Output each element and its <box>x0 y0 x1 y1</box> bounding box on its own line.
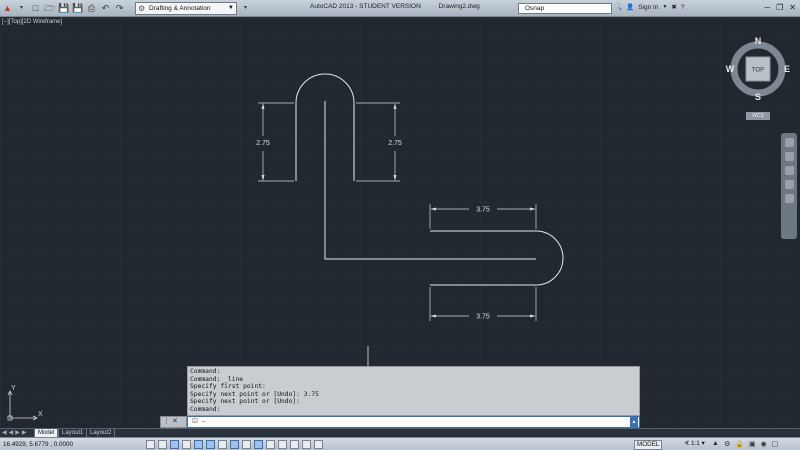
ucs-x-label: X <box>38 411 43 418</box>
steeringwheel-icon[interactable] <box>784 138 794 147</box>
gear-icon: ⚙ <box>138 4 146 13</box>
save-as-icon[interactable]: 💾 <box>72 3 83 14</box>
dimension-text-upper: 3.75 <box>476 207 490 214</box>
chevron-down-icon[interactable]: ▼ <box>662 4 667 10</box>
allow-dynamic-ucs-icon[interactable] <box>242 440 251 449</box>
command-line: Command: <box>190 368 221 375</box>
annotation-monitor-icon[interactable] <box>314 440 323 449</box>
navigation-bar <box>781 133 797 239</box>
file-name: Drawing2.dwg <box>438 3 480 10</box>
application-menu-icon[interactable]: ▲ <box>2 3 13 14</box>
chevron-up-icon[interactable]: ▲ <box>630 417 638 427</box>
dropdown-arrow-icon[interactable]: ▾ <box>16 3 27 14</box>
dynamic-input-icon[interactable] <box>254 440 263 449</box>
polar-tracking-icon[interactable] <box>194 440 203 449</box>
user-icon[interactable]: 👤 <box>626 3 634 11</box>
compass-north[interactable]: N <box>755 36 762 46</box>
viewcube-face-label: TOP <box>752 68 764 74</box>
command-line: Specify next point or [Undo]: 3.75 <box>190 390 319 398</box>
ucs-y-label: Y <box>11 385 16 392</box>
orbit-icon[interactable] <box>784 180 794 189</box>
command-line-bar: ⋮✕🔧 ☑ – ▲ <box>160 416 640 435</box>
command-history: Command: Command: _line Specify first po… <box>187 366 640 416</box>
workspace-switching-icon[interactable]: ⚙ <box>724 440 730 448</box>
selection-cycling-icon[interactable] <box>302 440 311 449</box>
dimension-text-right: 2.75 <box>388 140 402 147</box>
quick-access-toolbar: ▲ ▾ □ 🗁 💾 💾 ⎙ ↶ ↷ <box>2 2 125 14</box>
compass-south[interactable]: S <box>755 92 761 102</box>
viewport-controls[interactable]: [−][Top][2D Wireframe] <box>2 19 62 25</box>
zoom-icon[interactable] <box>784 166 794 175</box>
transparency-icon[interactable] <box>278 440 287 449</box>
help-search-input[interactable]: Osnap <box>518 3 612 14</box>
3d-object-snap-icon[interactable] <box>218 440 227 449</box>
close-icon[interactable]: ✕ <box>172 418 178 425</box>
search-icon[interactable]: 🔍 <box>614 3 622 11</box>
window-title: AutoCAD 2013 - STUDENT VERSION Drawing2.… <box>310 3 480 10</box>
clean-screen-icon[interactable]: ▢ <box>772 440 779 448</box>
exchange-icon[interactable]: ✖ <box>671 3 676 11</box>
app-title: AutoCAD 2013 - STUDENT VERSION <box>310 3 421 10</box>
save-icon[interactable]: 💾 <box>58 3 69 14</box>
snap-mode-icon[interactable] <box>158 440 167 449</box>
compass-east[interactable]: E <box>784 64 790 74</box>
undo-icon[interactable]: ↶ <box>100 3 111 14</box>
dimension-text-left: 2.75 <box>256 140 270 147</box>
workspace-label: Drafting & Annotation <box>149 5 211 12</box>
close-icon[interactable]: ✕ <box>789 3 796 12</box>
coordinates-readout[interactable]: 16.4929, 5.6779 , 0.0000 <box>3 441 73 448</box>
ortho-mode-icon[interactable] <box>182 440 191 449</box>
tab-nav-arrows[interactable]: ◀◀▶▶ <box>2 429 28 436</box>
pan-icon[interactable] <box>784 152 794 161</box>
help-icon[interactable]: ? <box>681 4 685 11</box>
command-line: Specify next point or [Undo]: <box>190 398 300 406</box>
command-line: Command: <box>190 405 221 413</box>
restore-icon[interactable]: ❐ <box>776 3 783 12</box>
quick-properties-icon[interactable] <box>290 440 299 449</box>
command-line: Specify first point: <box>190 383 266 391</box>
model-space-toggle[interactable]: MODEL <box>634 440 663 450</box>
chevron-down-icon: ▼ <box>228 5 234 11</box>
command-line: Command: _line <box>190 375 244 383</box>
lock-icon[interactable]: 🔒 <box>735 440 744 448</box>
command-placeholder: – <box>201 418 206 425</box>
object-snap-tracking-icon[interactable] <box>230 440 239 449</box>
redo-icon[interactable]: ↷ <box>114 3 125 14</box>
command-prompt-icon: ☑ <box>192 418 198 425</box>
sign-in-link[interactable]: Sign In <box>638 4 658 11</box>
compass-west[interactable]: W <box>726 64 735 74</box>
help-search-value: Osnap <box>525 5 545 12</box>
hardware-acceleration-icon[interactable]: ▣ <box>749 440 756 448</box>
annotation-visibility-icon[interactable]: ▲ <box>712 440 719 448</box>
showmotion-icon[interactable] <box>784 194 794 203</box>
window-controls: ─ ❐ ✕ <box>764 3 796 12</box>
print-icon[interactable]: ⎙ <box>86 3 97 14</box>
command-line-grip[interactable]: ⋮✕🔧 <box>160 416 187 435</box>
status-bar: 16.4929, 5.6779 , 0.0000 MODEL ∢ 1:1 ▾ ▲… <box>0 437 800 450</box>
infer-constraints-icon[interactable] <box>146 440 155 449</box>
minimize-icon[interactable]: ─ <box>764 3 770 12</box>
annotation-scale[interactable]: ∢ 1:1 ▾ <box>684 440 705 447</box>
grid-display-icon[interactable] <box>170 440 179 449</box>
title-right-tools: 🔍 👤 Sign In ▼ ✖ ? <box>614 3 685 12</box>
command-input[interactable]: ☑ – ▲ <box>187 416 640 428</box>
isolate-objects-icon[interactable]: ◉ <box>761 440 767 448</box>
lineweight-icon[interactable] <box>266 440 275 449</box>
status-tray: ▲ ⚙ 🔒 ▣ ◉ ▢ <box>712 440 778 448</box>
drafting-settings <box>146 440 323 449</box>
new-file-icon[interactable]: □ <box>30 3 41 14</box>
customize-qat-icon[interactable]: ▾ <box>240 3 251 14</box>
object-snap-icon[interactable] <box>206 440 215 449</box>
open-file-icon[interactable]: 🗁 <box>44 3 55 14</box>
workspace-dropdown[interactable]: ⚙ Drafting & Annotation ▼ <box>135 2 237 15</box>
layout-tab-bar: ◀◀▶▶ Model Layout1 Layout2 <box>0 428 800 438</box>
title-bar: ▲ ▾ □ 🗁 💾 💾 ⎙ ↶ ↷ ⚙ Drafting & Annotatio… <box>0 0 800 17</box>
dimension-text-lower: 3.75 <box>476 314 490 321</box>
wcs-menu[interactable]: WCS <box>746 112 770 120</box>
